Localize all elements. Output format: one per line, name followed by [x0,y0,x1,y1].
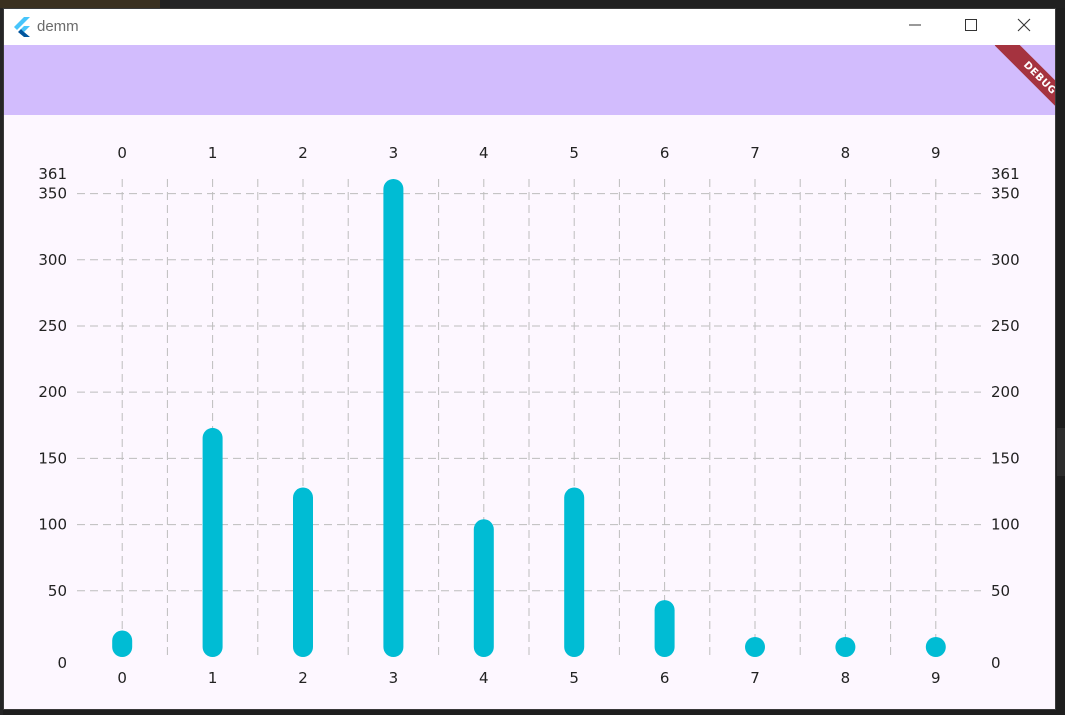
x-tick-label-bottom: 7 [750,669,760,687]
chart-bar [112,630,133,657]
debug-banner: DEBUG [983,45,1055,117]
x-tick-label-bottom: 6 [660,669,670,687]
y-tick-label-left: 0 [57,654,67,672]
y-tick-label-right: 361 [991,165,1020,183]
chart-bar [745,637,765,657]
background-editor-right [1057,8,1065,715]
x-tick-label-top: 5 [569,144,579,162]
x-tick-label-top: 3 [389,144,399,162]
y-tick-label-right: 50 [991,582,1010,600]
maximize-icon [965,18,977,36]
x-tick-label-bottom: 5 [569,669,579,687]
y-tick-label-right: 200 [991,383,1020,401]
x-tick-label-bottom: 0 [117,669,127,687]
maximize-button[interactable] [948,9,994,45]
x-tick-label-bottom: 8 [841,669,851,687]
y-tick-label-left: 350 [38,185,67,203]
y-tick-label-right: 300 [991,251,1020,269]
y-tick-label-left: 50 [48,582,67,600]
bar-chart: 0 0 1 1 2 2 3 3 4 4 5 5 6 6 7 7 8 8 9 9 0 0 50 50 100 100 150 150 20… [4,115,1055,709]
y-tick-label-left: 300 [38,251,67,269]
chart-canvas: 0 0 1 1 2 2 3 3 4 4 5 5 6 6 7 7 8 8 9 9 0 0 50 50 100 100 150 150 20… [38,144,1020,687]
x-tick-label-top: 7 [750,144,760,162]
chart-bar [925,637,946,657]
y-tick-label-left: 100 [38,516,67,534]
background-tab [170,0,260,8]
chart-bar [654,600,675,657]
y-tick-label-left: 200 [38,383,67,401]
x-tick-label-top: 2 [298,144,308,162]
y-tick-label-right: 150 [991,449,1020,467]
x-tick-label-top: 0 [117,144,127,162]
chart-bar [293,487,313,657]
x-tick-label-top: 8 [841,144,851,162]
background-tab [0,0,160,8]
y-tick-label-right: 100 [991,516,1020,534]
y-tick-label-right: 350 [991,185,1020,203]
window-title: demm [37,18,79,35]
app-window: demm DEBUG 0 0 1 1 2 2 3 3 4 4 5 5 6 6 7 7 8 8 9 9 0 0 50 50 100… [3,8,1056,710]
chart-bar [383,179,404,657]
x-tick-label-bottom: 4 [479,669,489,687]
app-bar [4,45,1055,115]
chart-bar [564,487,585,657]
debug-label: DEBUG [994,45,1055,117]
x-tick-label-top: 4 [479,144,489,162]
y-tick-label-left: 250 [38,317,67,335]
background-panel [1057,428,1065,476]
y-tick-label-left: 361 [38,165,67,183]
background-editor-strip [0,0,1065,8]
chart-bar [835,637,856,657]
x-tick-label-top: 6 [660,144,670,162]
y-tick-label-right: 250 [991,317,1020,335]
chart-bar [473,519,494,657]
close-icon [1017,18,1031,37]
x-tick-label-top: 9 [931,144,941,162]
y-tick-label-left: 150 [38,449,67,467]
chart-bar [202,427,223,657]
x-tick-label-bottom: 3 [389,669,399,687]
x-tick-label-bottom: 9 [931,669,941,687]
title-bar[interactable]: demm [4,9,1055,45]
x-tick-label-top: 1 [208,144,218,162]
flutter-logo-icon [13,17,31,37]
close-button[interactable] [1001,9,1047,45]
x-tick-label-bottom: 2 [298,669,308,687]
x-tick-label-bottom: 1 [208,669,218,687]
minimize-button[interactable] [892,9,938,45]
y-tick-label-right: 0 [991,654,1001,672]
minimize-icon [909,18,921,36]
